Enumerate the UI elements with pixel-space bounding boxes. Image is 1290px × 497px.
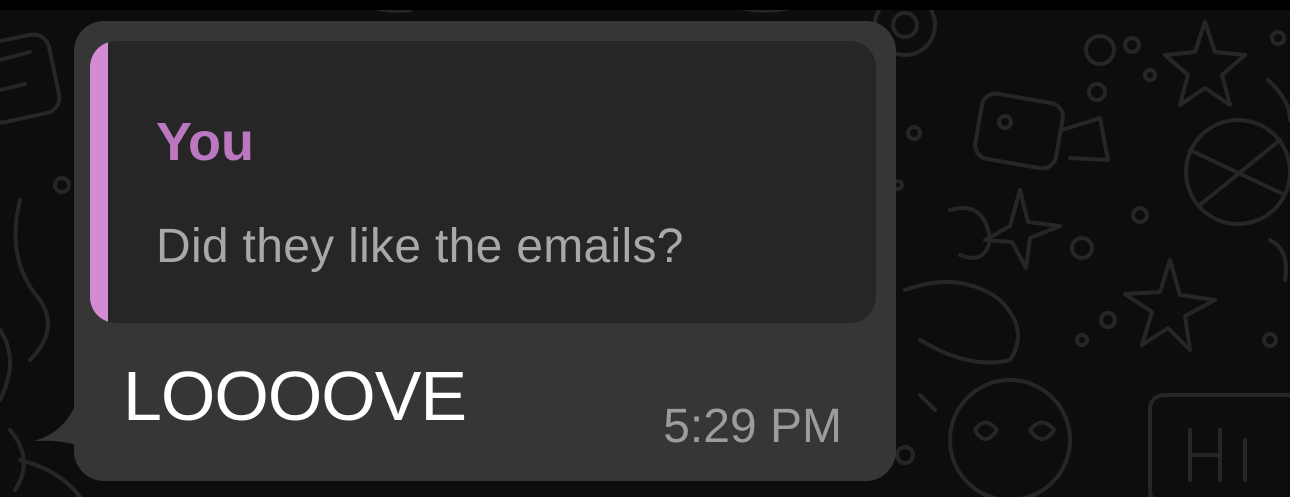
message-text: LOOOOVE bbox=[123, 357, 467, 435]
quote-accent-bar bbox=[90, 41, 108, 323]
message-timestamp: 5:29 PM bbox=[663, 400, 842, 453]
quoted-message[interactable]: You Did they like the emails? bbox=[90, 41, 876, 323]
message-bubble-container[interactable]: You Did they like the emails? LOOOOVE 5:… bbox=[30, 21, 896, 481]
quoted-text: Did they like the emails? bbox=[156, 220, 684, 273]
message-bubble[interactable]: You Did they like the emails? LOOOOVE 5:… bbox=[74, 21, 896, 481]
status-strip bbox=[0, 0, 1290, 10]
quoted-author: You bbox=[156, 112, 254, 172]
